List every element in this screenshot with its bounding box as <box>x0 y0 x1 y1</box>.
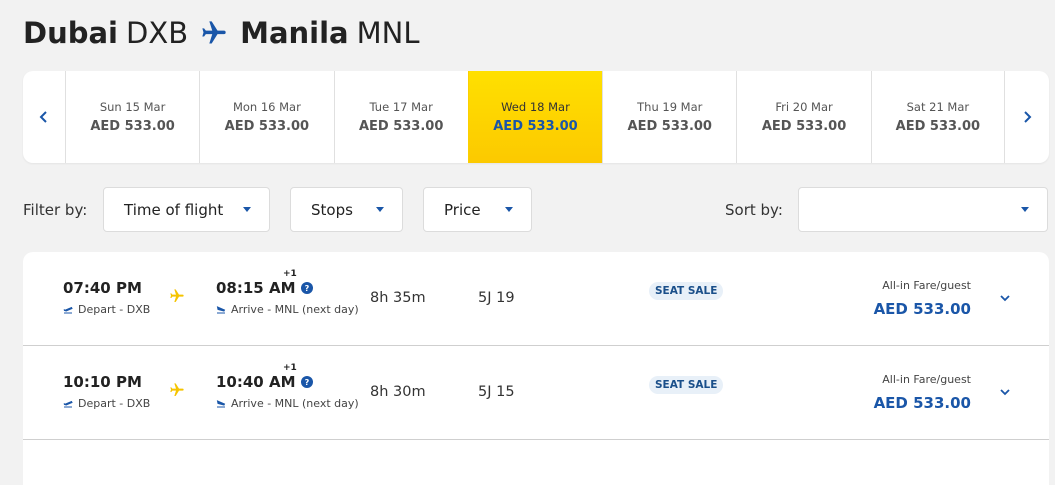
depart-label: Depart - DXB <box>78 303 151 316</box>
date-price: AED 533.00 <box>224 119 310 134</box>
sort-dropdown[interactable] <box>798 187 1048 232</box>
arrive-info: Arrive - MNL (next day) <box>216 397 359 410</box>
flight-number: 5J 19 <box>478 290 515 306</box>
help-icon[interactable]: ? <box>301 376 313 388</box>
arrive-label: Arrive - MNL (next day) <box>231 397 359 410</box>
sort-label: Sort by: <box>725 201 783 219</box>
dropdown-label: Time of flight <box>124 200 224 219</box>
plus-day-indicator: +1 <box>283 269 297 279</box>
depart-info: Depart - DXB <box>63 397 150 410</box>
plus-day-indicator: +1 <box>283 363 297 373</box>
dropdown-label: Price <box>444 200 481 219</box>
date-cell-sun-15[interactable]: Sun 15 Mar AED 533.00 <box>64 71 199 163</box>
dropdown-label: Stops <box>311 200 353 219</box>
date-cell-fri-20[interactable]: Fri 20 Mar AED 533.00 <box>736 71 870 163</box>
prev-dates-button[interactable] <box>23 71 65 163</box>
date-price: AED 533.00 <box>761 119 847 134</box>
arrive-time: 10:40 AM <box>216 373 296 391</box>
landing-icon <box>216 400 226 408</box>
caret-down-icon <box>505 207 513 212</box>
flight-row[interactable]: 07:40 PM Depart - DXB 08:15 AM +1 ? Arri… <box>23 252 1049 346</box>
date-price: AED 533.00 <box>627 119 712 134</box>
airplane-icon <box>170 383 184 396</box>
date-cell-tue-17[interactable]: Tue 17 Mar AED 533.00 <box>333 71 468 163</box>
takeoff-icon <box>63 400 73 408</box>
fare-label: All-in Fare/guest <box>882 279 971 292</box>
depart-label: Depart - DXB <box>78 397 151 410</box>
fare-label: All-in Fare/guest <box>882 373 971 386</box>
takeoff-icon <box>63 306 73 314</box>
arrive-time: 08:15 AM <box>216 279 296 297</box>
chevron-right-icon <box>1024 111 1032 123</box>
help-icon[interactable]: ? <box>301 282 313 294</box>
origin-city: Dubai <box>23 16 118 50</box>
filter-label: Filter by: <box>23 201 88 219</box>
seat-sale-badge: SEAT SALE <box>649 376 724 394</box>
depart-time: 10:10 PM <box>63 373 142 391</box>
next-dates-button[interactable] <box>1005 71 1049 163</box>
airplane-icon <box>202 21 226 44</box>
caret-down-icon <box>243 207 251 212</box>
arrive-info: Arrive - MNL (next day) <box>216 303 359 316</box>
date-label: Tue 17 Mar <box>369 100 433 114</box>
date-price: AED 533.00 <box>90 119 175 134</box>
svg-text:?: ? <box>305 284 310 293</box>
flight-duration: 8h 30m <box>370 384 426 400</box>
date-label: Sun 15 Mar <box>99 100 166 114</box>
date-price: AED 533.00 <box>493 119 578 134</box>
date-label: Sat 21 Mar <box>906 100 970 114</box>
date-label: Thu 19 Mar <box>637 100 703 114</box>
date-label: Fri 20 Mar <box>775 100 833 114</box>
date-cell-thu-19[interactable]: Thu 19 Mar AED 533.00 <box>602 71 736 163</box>
fare-price: AED 533.00 <box>873 300 971 318</box>
date-cell-sat-21[interactable]: Sat 21 Mar AED 533.00 <box>870 71 1006 163</box>
caret-down-icon <box>1021 207 1029 212</box>
time-of-flight-dropdown[interactable]: Time of flight <box>103 187 270 232</box>
depart-info: Depart - DXB <box>63 303 150 316</box>
arrive-label: Arrive - MNL (next day) <box>231 303 359 316</box>
date-price: AED 533.00 <box>895 119 981 134</box>
date-label: Wed 18 Mar <box>501 100 570 114</box>
caret-down-icon <box>376 207 384 212</box>
date-selector: Sun 15 Mar AED 533.00 Mon 16 Mar AED 533… <box>23 71 1049 163</box>
flight-results-list: 07:40 PM Depart - DXB 08:15 AM +1 ? Arri… <box>23 252 1049 485</box>
date-price: AED 533.00 <box>358 119 444 134</box>
dest-city: Manila <box>240 16 349 50</box>
depart-time: 07:40 PM <box>63 279 142 297</box>
airplane-icon <box>170 289 184 302</box>
route-title: Dubai DXB Manila MNL <box>23 16 420 50</box>
flight-number: 5J 15 <box>478 384 515 400</box>
chevron-down-icon[interactable] <box>999 294 1011 302</box>
seat-sale-badge: SEAT SALE <box>649 282 724 300</box>
flight-row[interactable]: 10:10 PM Depart - DXB 10:40 AM +1 ? Arri… <box>23 346 1049 440</box>
price-dropdown[interactable]: Price <box>423 187 532 232</box>
chevron-left-icon <box>39 111 47 123</box>
fare-price: AED 533.00 <box>873 394 971 412</box>
flight-duration: 8h 35m <box>370 290 426 306</box>
date-cell-wed-18-selected[interactable]: Wed 18 Mar AED 533.00 <box>467 71 603 163</box>
origin-code: DXB <box>126 16 189 50</box>
date-label: Mon 16 Mar <box>232 100 301 114</box>
landing-icon <box>216 306 226 314</box>
stops-dropdown[interactable]: Stops <box>290 187 403 232</box>
dest-code: MNL <box>356 16 420 50</box>
svg-text:?: ? <box>305 378 310 387</box>
date-cell-mon-16[interactable]: Mon 16 Mar AED 533.00 <box>199 71 333 163</box>
chevron-down-icon[interactable] <box>999 388 1011 396</box>
